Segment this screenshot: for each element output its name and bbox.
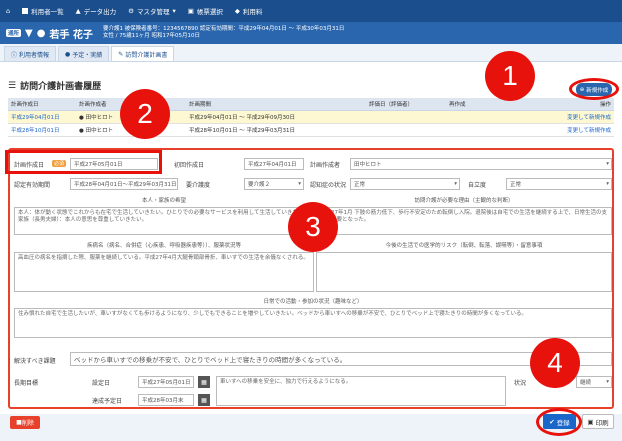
person-icon: ●: [36, 27, 46, 39]
user-header: 通所 ▼ ● 若手 花子 要介護1 被保険者番号：1234567890 認定有効…: [0, 22, 622, 44]
person-icon: ●: [79, 128, 84, 134]
life-header: 日常での活動・参加の状況（趣味など）: [263, 299, 363, 305]
nav-forms[interactable]: ▣ 帳票選択: [188, 6, 223, 16]
row-period: 平成29年04月01日 〜 平成29年09月30日: [186, 110, 366, 124]
callout-badge-2: 2: [120, 89, 170, 139]
independence-label: 自立度: [468, 182, 487, 189]
list-title: ☰ 訪問介護計画書履歴: [8, 80, 102, 93]
user-name: 若手 花子: [49, 29, 93, 41]
wish-textarea[interactable]: 本人：体が動く状態でこれからも在宅で生活していきたい。ひとりでの必要なサービスを…: [14, 207, 314, 235]
col-plan-date: 計画作成日: [8, 98, 76, 111]
home-icon[interactable]: ⌂: [6, 7, 10, 15]
cognitive-label: 認知症の状況: [310, 182, 347, 189]
row-copy-link[interactable]: 変更して新規作成: [567, 115, 611, 121]
cert-period-field[interactable]: 平成28年04月01日〜平成29年03月31日: [70, 178, 178, 190]
user-info-line1: 要介護1 被保険者番号：1234567890 認定有効期間：平成29年04月01…: [102, 26, 345, 32]
delete-button[interactable]: ■ 削除: [10, 416, 40, 429]
nav-fee[interactable]: ◆ 利用料: [235, 6, 263, 16]
status-select[interactable]: 継続: [576, 376, 612, 388]
calendar-icon[interactable]: ▦: [198, 376, 210, 388]
chevron-down-icon: ▾: [172, 7, 176, 15]
cognitive-select[interactable]: 正常: [350, 178, 460, 190]
col-action: 操作: [526, 98, 614, 111]
cert-period-label: 認定有効期間: [14, 182, 51, 189]
top-nav: ⌂ 利用者一覧 ▲ データ出力 ⚙ マスタ管理 ▾ ▣ 帳票選択 ◆ 利用料: [0, 0, 622, 22]
user-name-block: 通所 ▼ ● 若手 花子: [6, 26, 93, 41]
achieve-field[interactable]: 平成28年03月末: [138, 394, 194, 406]
wish-header: 本人・家族の希望: [141, 198, 186, 204]
author-select[interactable]: 田中ヒロト: [350, 158, 612, 170]
nav-data-output[interactable]: ▲ データ出力: [76, 6, 117, 16]
row-copy-link[interactable]: 変更して新規作成: [567, 128, 611, 134]
reason-textarea[interactable]: 平成27年1月 下肢の筋力低下、歩行不安定のため転倒し入院。退院後は自宅での生活…: [316, 207, 612, 235]
first-date-label: 初回作成日: [174, 162, 205, 169]
history-table: 計画作成日 計画作成者 計画期間 評価日（評価者） 再作成 操作 平成29年04…: [8, 98, 614, 137]
plan-form: 計画作成日 必須 平成27年05月01日 初回作成日 平成27年04月01日 計…: [8, 148, 614, 409]
yen-icon: ◆: [234, 7, 240, 15]
nav-user-list[interactable]: 利用者一覧: [22, 6, 64, 16]
user-chevron-icon[interactable]: ▼: [25, 28, 33, 39]
chart-icon: ▲: [75, 7, 81, 15]
person-icon: ●: [65, 50, 71, 58]
first-date-field[interactable]: 平成27年04月01日: [244, 158, 304, 170]
callout-rect-date: [5, 150, 162, 174]
long-goal-textarea[interactable]: 車いすへの移乗を安全に、独力で行えるようになる。: [216, 376, 506, 406]
row-date-link[interactable]: 平成28年10月01日: [11, 128, 60, 134]
table-row[interactable]: 平成28年10月01日 ● 田中ヒロト 平成28年10月01日 〜 平成29年0…: [8, 123, 614, 137]
col-period: 計画期間: [186, 98, 366, 111]
row-period: 平成28年10月01日 〜 平成29年03月31日: [186, 123, 366, 137]
tab-schedule[interactable]: ● 予定・実績: [58, 46, 110, 61]
person-icon: ●: [79, 115, 84, 121]
callout-ring-save: [536, 408, 582, 436]
care-level-select[interactable]: 要介護２: [244, 178, 304, 190]
long-goal-label: 長期目標: [14, 380, 39, 387]
callout-badge-3: 3: [288, 202, 338, 252]
status-label: 状況: [514, 380, 527, 387]
callout-badge-1: 1: [485, 51, 535, 101]
user-info: 要介護1 被保険者番号：1234567890 認定有効期間：平成29年04月01…: [103, 26, 344, 40]
calendar-icon[interactable]: ▦: [198, 394, 210, 406]
achieve-label: 達成予定日: [92, 398, 123, 405]
list-icon: [22, 8, 29, 14]
care-level-label: 要介護度: [186, 182, 211, 189]
nav-master[interactable]: ⚙ マスタ管理 ▾: [128, 6, 176, 16]
disease-textarea[interactable]: 高血圧の病名を指摘した際、服薬を継続している。平成27年4月大腿骨頸部骨折、車い…: [14, 252, 314, 292]
tab-user-info[interactable]: ⓘ 利用者情報: [4, 46, 57, 61]
disease-header: 疾病名（病名、合併症（心疾患、呼吸器疾患等））、服薬状況等: [86, 243, 241, 249]
table-header-row: 計画作成日 計画作成者 計画期間 評価日（評価者） 再作成 操作: [8, 98, 614, 111]
user-info-line2: 女性 / 75歳11ヶ月 昭和17年05月10日: [102, 33, 201, 39]
service-tag: 通所: [6, 29, 22, 37]
risk-header: 今後の生活での医学的リスク（転倒、転落、誤嚥等）・留意事項: [385, 243, 543, 249]
reason-header: 訪問介護が必要な理由（主観的な判断）: [414, 198, 514, 204]
pencil-icon: ✎: [118, 50, 124, 58]
print-icon: ▣: [587, 417, 594, 426]
list-icon: ☰: [8, 80, 17, 91]
callout-ring-new: [569, 78, 619, 100]
independence-select[interactable]: 正常: [506, 178, 612, 190]
col-eval: 評価日（評価者）: [366, 98, 446, 111]
set-date-field[interactable]: 平成27年05月01日: [138, 376, 194, 388]
print-button[interactable]: ▣ 印刷: [582, 414, 614, 429]
info-icon: ⓘ: [11, 51, 18, 59]
tab-care-plan[interactable]: ✎ 訪問介護計画書: [111, 46, 175, 61]
gear-icon: ⚙: [128, 7, 134, 15]
callout-badge-4: 4: [530, 338, 580, 388]
goal-label: 解決すべき課題: [14, 358, 56, 365]
table-row[interactable]: 平成29年04月01日 ● 田中ヒロト 平成29年04月01日 〜 平成29年0…: [8, 110, 614, 124]
set-date-label: 設定日: [92, 380, 111, 387]
bottom-bar: [0, 414, 622, 441]
author-label: 計画作成者: [310, 162, 341, 169]
row-date-link[interactable]: 平成29年04月01日: [11, 115, 60, 121]
life-textarea[interactable]: 住み慣れた自宅で生活したいが、車いすがなくても歩けるようになり、少しでもできるこ…: [14, 308, 612, 338]
risk-textarea[interactable]: [316, 252, 612, 292]
print-icon: ▣: [187, 7, 194, 15]
